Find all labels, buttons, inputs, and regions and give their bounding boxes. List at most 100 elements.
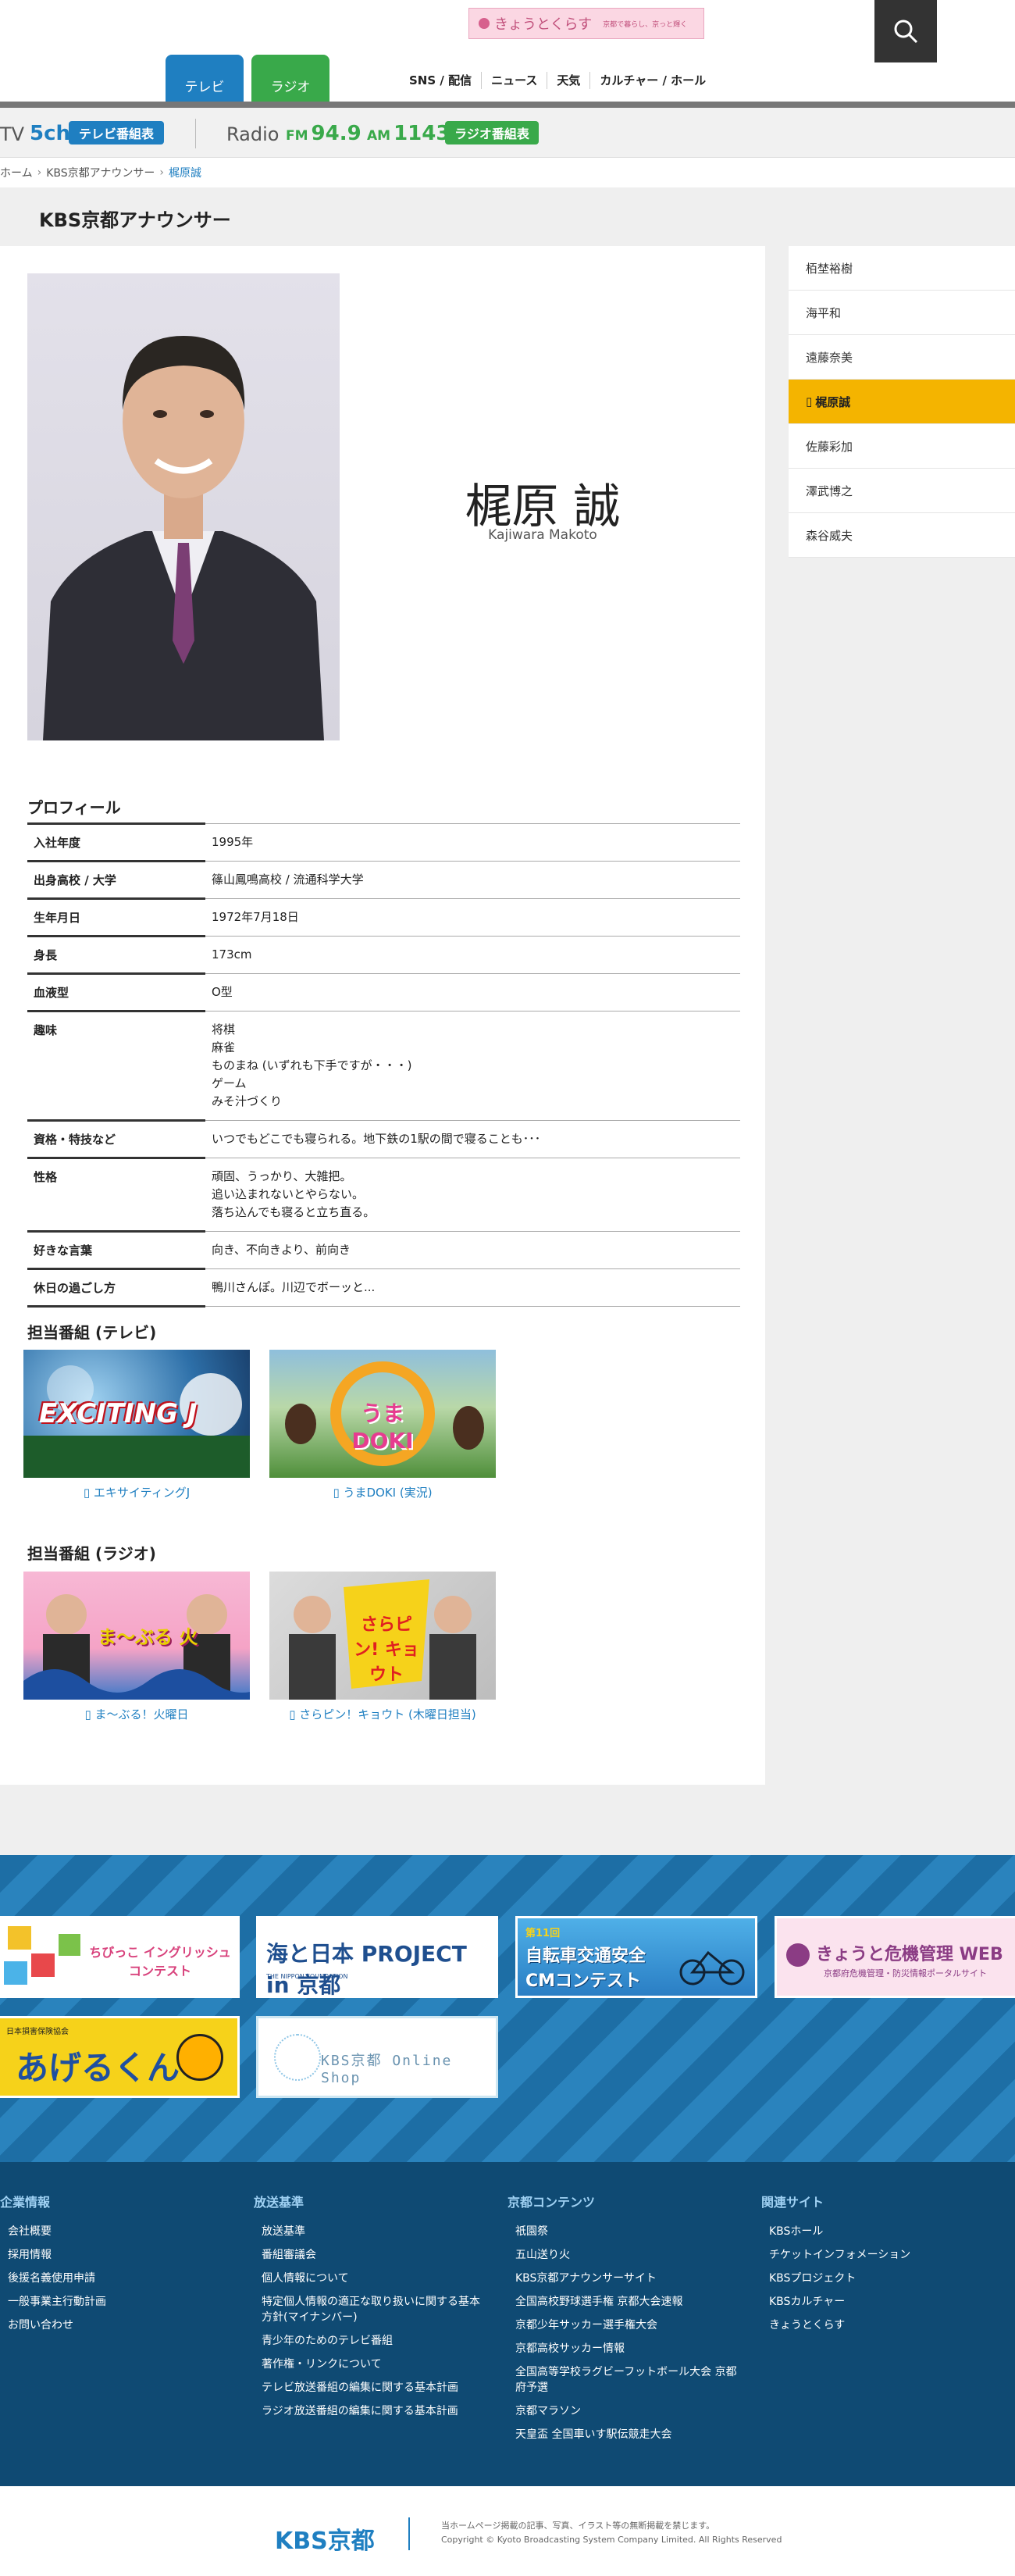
search-button[interactable] (874, 0, 937, 62)
external-link-icon: ▯ (333, 1486, 344, 1500)
footer-link[interactable]: KBSプロジェクト (761, 2267, 995, 2290)
flower-icon (786, 1943, 810, 1967)
banner-chibikko[interactable]: ちびっこ イングリッシュコンテスト (0, 1916, 240, 1998)
footer-link[interactable]: ラジオ放送番組の編集に関する基本計画 (254, 2399, 488, 2423)
program-card-marble[interactable]: ま～ぶる 火 ▯ ま～ぶる！火曜日 (23, 1572, 250, 1722)
footer-col-title: 関連サイト (761, 2195, 824, 2210)
tab-tv[interactable]: テレビ (166, 55, 244, 103)
profile-row: 血液型 O型 (27, 972, 740, 1011)
copyright-area: KBS京都 当ホームページ掲載の記事、写真、イラスト等の無断掲載を禁じます。 C… (0, 2486, 1015, 2576)
footer-link[interactable]: 採用情報 (0, 2243, 234, 2267)
profile-row: 好きな言葉 向き、不向きより、前向き (27, 1230, 740, 1269)
kyotokurasu-banner[interactable]: きょうとくらす 京都で暮らし、京っと輝く (468, 8, 704, 39)
footer-link[interactable]: 青少年のためのテレビ番組 (254, 2329, 488, 2353)
header-divider (0, 102, 1015, 108)
profile-row: 身長 173cm (27, 935, 740, 974)
copyright-notice: 当ホームページ掲載の記事、写真、イラスト等の無断掲載を禁じます。 (441, 2521, 715, 2531)
copyright-text: Copyright © Kyoto Broadcasting System Co… (441, 2535, 782, 2545)
footer-link[interactable]: KBSホール (761, 2220, 995, 2243)
fm-prefix: FM (286, 128, 308, 144)
am-prefix: AM (367, 128, 391, 144)
profile-label: 性格 (27, 1157, 205, 1232)
footer-link[interactable]: KBS京都アナウンサーサイト (508, 2267, 742, 2290)
footer-link[interactable]: 天皇盃 全国車いす駅伝競走大会 (508, 2423, 742, 2446)
gnav-culture[interactable]: カルチャー / ホール (589, 72, 715, 89)
banner-chibikko-title: ちびっこ イングリッシュコンテスト (89, 1945, 231, 1978)
footer-link[interactable]: きょうとくらす (761, 2314, 995, 2337)
footer-link[interactable]: 特定個人情報の適正な取り扱いに関する基本方針(マイナンバー) (254, 2290, 488, 2329)
kbs-kyoto-logo[interactable]: KBS京都 (275, 2521, 375, 2556)
sidenav-item[interactable]: 海平和 (789, 291, 1015, 335)
program-caption-sarapin: さらピン！キョウト (木曜日担当) (299, 1707, 476, 1721)
profile-row: 資格・特技など いつでもどこでも寝られる。地下鉄の1駅の間で寝ることも･･･ (27, 1119, 740, 1158)
program-thumb-exciting: EXCITING J (23, 1350, 250, 1478)
program-thumb-umadoki: うま DOKI (269, 1350, 496, 1478)
footer-link[interactable]: 著作権・リンクについて (254, 2353, 488, 2376)
banner-bicycle-cm[interactable]: 第11回 自転車交通安全 CMコンテスト (515, 1916, 757, 1998)
banner-online-shop[interactable]: KBS京都 Online Shop (256, 2016, 498, 2098)
banner-umitonippon[interactable]: THE NIPPON FOUNDATION 海と日本 PROJECT in 京都 (256, 1916, 498, 1998)
footer-link[interactable]: お問い合わせ (0, 2314, 234, 2337)
footer-link[interactable]: 京都高校サッカー情報 (508, 2337, 742, 2360)
kyotokurasu-banner-title: きょうとくらす (494, 16, 593, 33)
footer-link[interactable]: 五山送り火 (508, 2243, 742, 2267)
external-link-icon: ▯ (289, 1707, 300, 1721)
footer-link[interactable]: テレビ放送番組の編集に関する基本計画 (254, 2376, 488, 2399)
profile-label: 出身高校 / 大学 (27, 860, 205, 899)
footer-link[interactable]: 後援名義使用申請 (0, 2267, 234, 2290)
sidenav-item-active[interactable]: ▯ 梶原誠 (789, 380, 1015, 424)
sidenav-item[interactable]: 佐藤彩加 (789, 424, 1015, 469)
profile-value: 将棋 麻雀 ものまね (いずれも下手ですが・・・) ゲーム みそ汁づくり (205, 1011, 740, 1121)
footer-link[interactable]: KBSカルチャー (761, 2290, 995, 2314)
gnav-sns[interactable]: SNS / 配信 (400, 72, 481, 89)
footer-link[interactable]: 全国高校野球選手権 京都大会速報 (508, 2290, 742, 2314)
banner-area: ちびっこ イングリッシュコンテスト THE NIPPON FOUNDATION … (0, 1855, 1015, 2162)
banner-agerukun[interactable]: 日本損害保険協会 あげるくん (0, 2016, 240, 2098)
flower-icon (479, 18, 490, 29)
footer-link[interactable]: 個人情報について (254, 2267, 488, 2290)
profile-value: 1995年 (205, 823, 740, 862)
breadcrumb-current: 梶原誠 (168, 167, 201, 180)
footer-link[interactable]: 京都マラソン (508, 2399, 742, 2423)
profile-label: 入社年度 (27, 822, 205, 862)
sidenav-item[interactable]: 遠藤奈美 (789, 335, 1015, 380)
profile-value: いつでもどこでも寝られる。地下鉄の1駅の間で寝ることも･･･ (205, 1120, 740, 1158)
footer-link[interactable]: 一般事業主行動計画 (0, 2290, 234, 2314)
footer-col-related: 関連サイト KBSホール チケットインフォメーション KBSプロジェクト KBSカルチ… (761, 2192, 995, 2337)
radio-guide-button[interactable]: ラジオ番組表 (445, 121, 539, 144)
program-card-exciting[interactable]: EXCITING J ▯ エキサイティングJ (23, 1350, 250, 1500)
program-card-sarapin[interactable]: さらピン! キョウト ▯ さらピン！キョウト (木曜日担当) (269, 1572, 496, 1722)
sidenav-item[interactable]: 栢埜裕樹 (789, 246, 1015, 291)
tab-radio[interactable]: ラジオ (251, 55, 329, 103)
sidenav-item[interactable]: 澤武博之 (789, 469, 1015, 513)
fm-frequency: 94.9 (311, 122, 361, 145)
gnav-weather[interactable]: 天気 (547, 72, 589, 89)
kyotokurasu-banner-sub: 京都で暮らし、京っと輝く (603, 20, 688, 29)
banner-kiki-sub: 京都府危機管理・防災情報ポータルサイト (824, 1968, 987, 1978)
sidenav-item[interactable]: 森谷威夫 (789, 513, 1015, 558)
footer-link[interactable]: 全国高等学校ラグビーフットボール大会 京都府予選 (508, 2360, 742, 2399)
footer-link[interactable]: 放送基準 (254, 2220, 488, 2243)
footer-link[interactable]: 番組審議会 (254, 2243, 488, 2267)
program-caption-exciting: エキサイティングJ (93, 1486, 191, 1500)
tv-guide-button[interactable]: テレビ番組表 (69, 121, 164, 144)
footer-col-company: 企業情報 会社概要 採用情報 後援名義使用申請 一般事業主行動計画 お問い合わせ (0, 2192, 234, 2337)
footer-link[interactable]: 会社概要 (0, 2220, 234, 2243)
profile-value: 鴨川さんぽ。川辺でボーッと... (205, 1268, 740, 1307)
program-card-umadoki[interactable]: うま DOKI ▯ うまDOKI (実況) (269, 1350, 496, 1500)
footer-link[interactable]: 祇園祭 (508, 2220, 742, 2243)
banner-kiki-kanri[interactable]: きょうと危機管理 WEB 京都府危機管理・防災情報ポータルサイト (775, 1916, 1015, 1998)
breadcrumb-home[interactable]: ホーム (0, 165, 33, 180)
announcer-sidenav: 栢埜裕樹 海平和 遠藤奈美 ▯ 梶原誠 佐藤彩加 澤武博之 森谷威夫 (789, 246, 1015, 558)
footer-col-title: 京都コンテンツ (508, 2195, 596, 2210)
breadcrumb-parent[interactable]: KBS京都アナウンサー (46, 165, 155, 180)
breadcrumb: ホーム › KBS京都アナウンサー › 梶原誠 (0, 158, 1015, 187)
program-thumb-marble: ま～ぶる 火 (23, 1572, 250, 1700)
footer-link[interactable]: 京都少年サッカー選手権大会 (508, 2314, 742, 2337)
footer-link[interactable]: チケットインフォメーション (761, 2243, 995, 2267)
profile-row: 休日の過ごし方 鴨川さんぽ。川辺でボーッと... (27, 1268, 740, 1308)
banner-umitonippon-title: 海と日本 PROJECT in 京都 (266, 1941, 467, 1998)
sidenav-item-label: 梶原誠 (815, 394, 851, 409)
gnav-news[interactable]: ニュース (481, 72, 547, 89)
profile-value: 向き、不向きより、前向き (205, 1231, 740, 1269)
